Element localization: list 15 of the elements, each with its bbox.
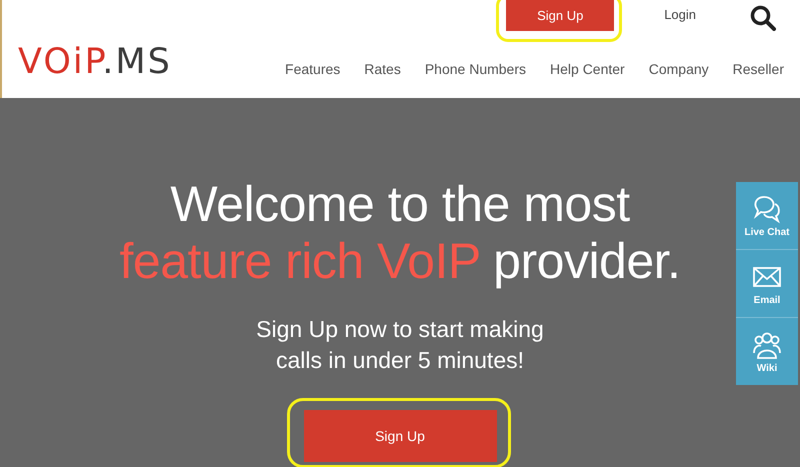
nav-link[interactable]: Phone Numbers [412, 61, 538, 77]
sign-up-button[interactable]: Sign Up [506, 0, 614, 31]
nav-link[interactable]: Reseller [720, 61, 796, 77]
logo[interactable]: VOiP.MS [18, 45, 172, 80]
sign-up-button[interactable]: Sign Up [304, 410, 496, 462]
people-icon [752, 330, 782, 360]
nav-link[interactable]: Help Center [538, 61, 637, 77]
headline: Welcome to the most feature rich VoIP provider. [120, 176, 680, 290]
login-link[interactable]: Login [664, 7, 696, 22]
nav-link[interactable]: Features [273, 61, 352, 77]
nav-link[interactable]: Rates [352, 61, 413, 77]
speech-bubbles-icon [752, 194, 782, 224]
search-icon[interactable] [750, 5, 776, 31]
subtitle: Sign Up now to start making calls in under 5 minutes! [256, 315, 544, 375]
nav-link[interactable]: Company [636, 61, 721, 77]
